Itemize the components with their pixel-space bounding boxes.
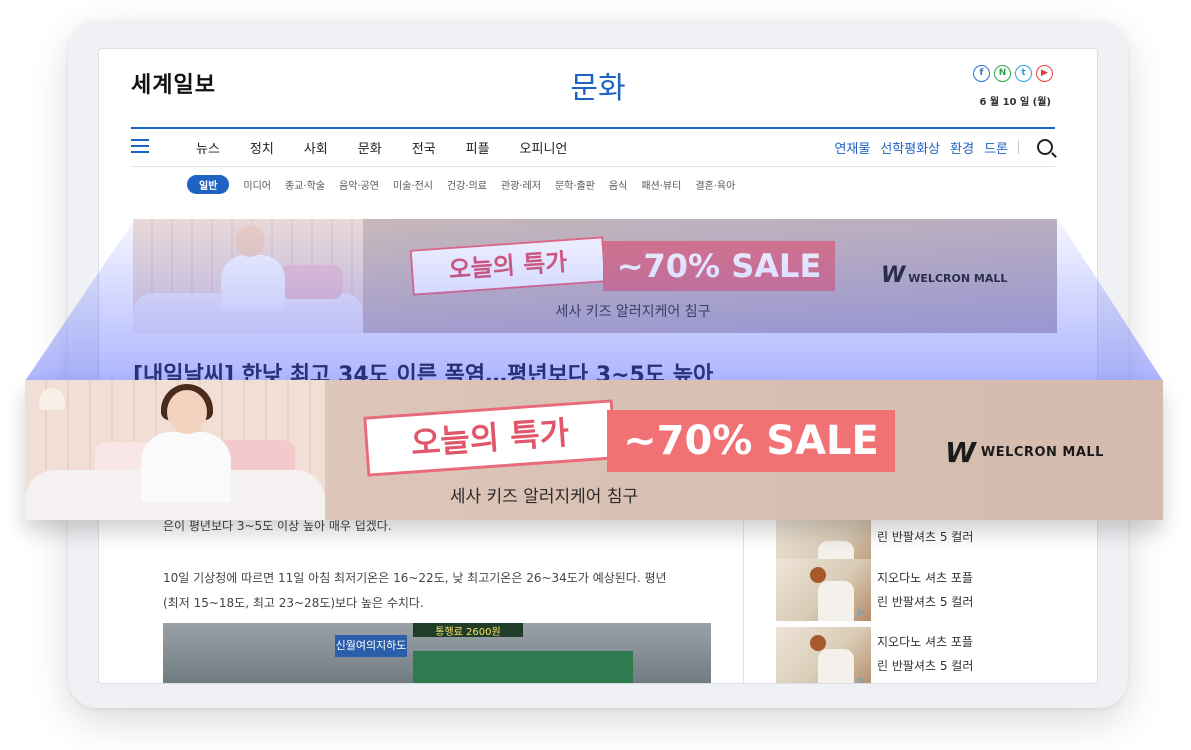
nav-item-news[interactable]: 뉴스	[196, 138, 220, 157]
search-icon[interactable]	[1037, 139, 1053, 155]
ad-choice-icon: ▷	[858, 608, 865, 618]
ad-text: 린 반팔셔츠 5 컬러	[877, 595, 974, 609]
nav-item-drone[interactable]: 드론	[984, 138, 1008, 157]
nav-item-culture[interactable]: 문화	[358, 138, 382, 157]
road-sign: 신월여의지하도	[335, 635, 407, 657]
ad-text: 지오다노 셔츠 포플	[877, 571, 973, 585]
subnav-item[interactable]: 문학·출판	[555, 177, 595, 192]
banner-tag: 오늘의 특가	[409, 236, 607, 296]
subnav-item[interactable]: 음식	[609, 177, 627, 192]
nav-separator	[1018, 140, 1019, 154]
subnav-item[interactable]: 패션·뷰티	[641, 177, 681, 192]
main-nav: 뉴스 정치 사회 문화 전국 피플 오피니언	[196, 138, 567, 157]
top-ad-banner[interactable]: 오늘의 특가 ~70% SALE 세사 키즈 알러지케어 침구 W WELCRON…	[133, 219, 1057, 333]
banner-sale: ~70% SALE	[603, 241, 835, 291]
news-page: 세계일보 문화 f N t ▶ 6 월 10 일 (월) 뉴스 정치 사회 문화…	[98, 48, 1098, 684]
banner-subtitle: 세사 키즈 알러지케어 침구	[449, 487, 639, 507]
nav-item-society[interactable]: 사회	[304, 138, 328, 157]
nav-item-politics[interactable]: 정치	[250, 138, 274, 157]
subnav-item[interactable]: 관광·레저	[501, 177, 541, 192]
subnav-item[interactable]: 건강·의료	[447, 177, 487, 192]
article-text: 10일 기상청에 따르면 11일 아침 최저기온은 16~22도, 낮 최고기온…	[163, 571, 667, 585]
nav-divider	[131, 127, 1055, 129]
brand-logo: W WELCRON MALL	[945, 436, 1104, 469]
article-photo: 신월여의지하도 통행료 2600원	[163, 623, 711, 683]
toll-sign: 통행료 2600원	[413, 623, 523, 638]
welcron-logo-icon: W	[945, 436, 976, 469]
banner-tag: 오늘의 특가	[363, 399, 617, 477]
subnav-item-general[interactable]: 일반	[187, 175, 230, 194]
device-frame: 세계일보 문화 f N t ▶ 6 월 10 일 (월) 뉴스 정치 사회 문화…	[68, 20, 1128, 708]
social-links: f N t ▶	[973, 65, 1053, 82]
nav-item-opinion[interactable]: 오피니언	[520, 138, 568, 157]
secondary-nav: 연재물 선학평화상 환경 드론	[834, 138, 1019, 157]
ad-thumbnail: ▷	[776, 559, 871, 621]
subnav-divider	[131, 166, 1055, 167]
banner-subtitle: 세사 키즈 알러지케어 침구	[555, 304, 711, 320]
subnav-item[interactable]: 미디어	[243, 177, 271, 192]
subnav-item[interactable]: 종교·학술	[285, 177, 325, 192]
side-ad[interactable]: ▷ 지오다노 셔츠 포플 린 반팔셔츠 5 컬러	[776, 559, 976, 621]
subnav-item[interactable]: 미술·전시	[393, 177, 433, 192]
enlarged-ad-banner[interactable]: 오늘의 특가 ~70% SALE 세사 키즈 알러지케어 침구 W WELCRO…	[25, 380, 1163, 520]
subnav-item[interactable]: 음악·공연	[339, 177, 379, 192]
current-date: 6 월 10 일 (월)	[979, 97, 1051, 108]
nav-item-series[interactable]: 연재물	[834, 138, 870, 157]
ad-text: 린 반팔셔츠 5 컬러	[877, 530, 974, 544]
section-title: 문화	[570, 71, 626, 106]
youtube-icon[interactable]: ▶	[1036, 65, 1053, 82]
naver-icon[interactable]: N	[994, 65, 1011, 82]
ad-choice-icon: ▷	[858, 676, 865, 684]
twitter-icon[interactable]: t	[1015, 65, 1032, 82]
nav-item-peace-prize[interactable]: 선학평화상	[880, 138, 940, 157]
hamburger-menu-icon[interactable]	[131, 139, 149, 157]
nav-item-people[interactable]: 피플	[466, 138, 490, 157]
brand-name: WELCRON MALL	[980, 445, 1104, 460]
banner-sale: ~70% SALE	[607, 410, 895, 472]
ad-text: 지오다노 셔츠 포플	[877, 635, 973, 649]
nav-item-environment[interactable]: 환경	[950, 138, 974, 157]
ad-text: 린 반팔셔츠 5 컬러	[877, 659, 974, 673]
nav-item-national[interactable]: 전국	[412, 138, 436, 157]
road-sign-green	[413, 651, 633, 683]
brand-logo: W WELCRON MALL	[881, 263, 1008, 288]
facebook-icon[interactable]: f	[973, 65, 990, 82]
side-ad[interactable]: ▷ 지오다노 셔츠 포플 린 반팔셔츠 5 컬러	[776, 627, 976, 684]
ad-thumbnail: ▷	[776, 627, 871, 684]
sub-nav: 일반 미디어 종교·학술 음악·공연 미술·전시 건강·의료 관광·레저 문학·…	[187, 175, 735, 194]
article-text: (최저 15~18도, 최고 23~28도)보다 높은 수치다.	[163, 596, 424, 610]
subnav-item[interactable]: 결혼·육아	[695, 177, 735, 192]
